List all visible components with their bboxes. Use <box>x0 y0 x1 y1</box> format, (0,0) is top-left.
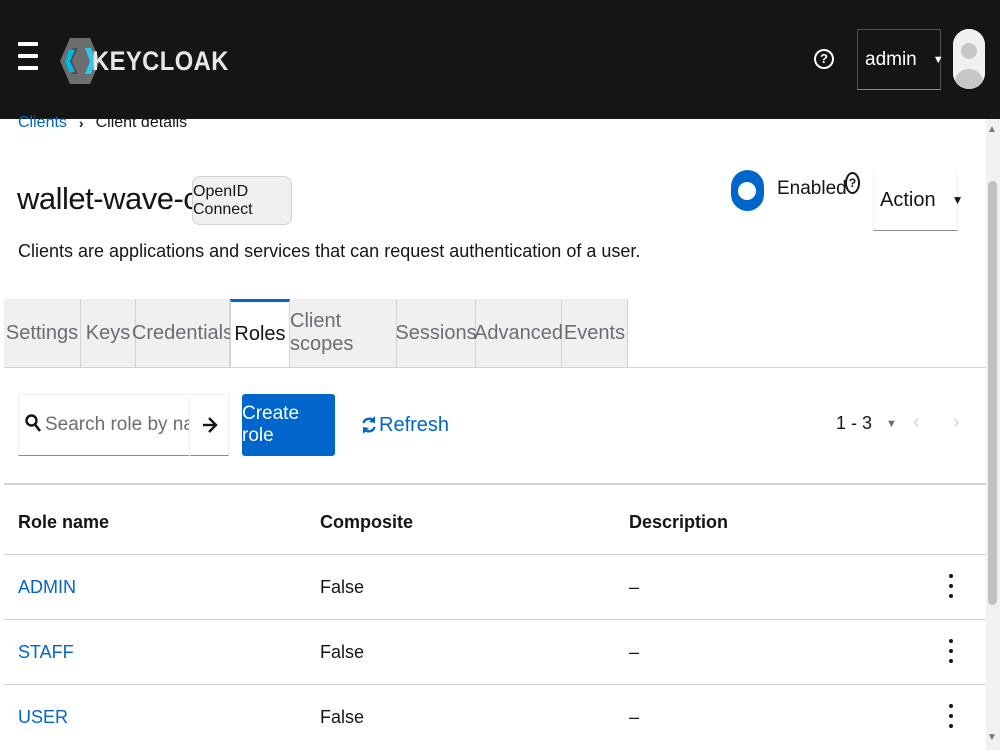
description-value: – <box>629 642 640 662</box>
enabled-help-icon[interactable]: ? <box>845 172 860 194</box>
column-header-role-name[interactable]: Role name <box>18 512 109 533</box>
user-avatar-icon[interactable] <box>953 29 985 89</box>
keycloak-logo[interactable]: KEYCLOAK <box>60 36 248 86</box>
search-icon <box>19 413 45 437</box>
row-divider <box>4 619 986 620</box>
kebab-menu-icon[interactable] <box>946 704 956 732</box>
composite-value: False <box>320 577 365 597</box>
column-header-composite: Composite <box>320 512 414 532</box>
tab-roles[interactable]: Roles <box>230 299 290 367</box>
tab-sessions[interactable]: Sessions <box>395 299 477 367</box>
brand-name: KEYCLOAK <box>92 45 229 76</box>
tab-client-scopes[interactable]: Client scopes <box>290 299 397 367</box>
arrow-right-icon <box>202 417 218 433</box>
scroll-down-arrow-icon[interactable]: ▼ <box>987 732 997 743</box>
scroll-up-arrow-icon[interactable]: ▲ <box>987 124 997 135</box>
caret-down-icon: ▼ <box>951 193 964 207</box>
tab-keys[interactable]: Keys <box>81 299 136 367</box>
tab-settings[interactable]: Settings <box>4 299 81 367</box>
user-dropdown[interactable]: admin ▼ <box>857 29 944 90</box>
role-name-link[interactable]: ADMIN <box>18 577 76 598</box>
hamburger-icon[interactable] <box>18 42 38 76</box>
column-header-description: Description <box>629 512 729 532</box>
search-submit-button[interactable] <box>189 394 229 456</box>
composite-value: False <box>320 707 365 727</box>
toolbar-divider <box>4 483 986 485</box>
pagination-dropdown[interactable]: 1 - 3 ▼ <box>836 413 897 434</box>
kebab-menu-icon[interactable] <box>946 639 956 667</box>
masthead: KEYCLOAK ? admin ▼ <box>0 0 1000 119</box>
row-divider <box>4 684 986 685</box>
page-description: Clients are applications and services th… <box>18 241 641 261</box>
refresh-button[interactable]: Refresh <box>361 409 449 441</box>
caret-down-icon: ▼ <box>886 417 897 430</box>
description-value: – <box>629 577 640 597</box>
action-label: Action <box>880 188 936 211</box>
tabs-divider <box>4 367 986 368</box>
role-name-link[interactable]: USER <box>18 707 68 728</box>
enabled-label: Enabled <box>777 178 847 199</box>
breadcrumb-current: Client details <box>95 114 188 131</box>
user-name: admin <box>865 48 917 70</box>
refresh-icon <box>362 416 376 434</box>
action-dropdown[interactable]: Action ▼ <box>873 170 963 231</box>
kebab-menu-icon[interactable] <box>946 574 956 602</box>
search-role-input[interactable] <box>45 414 190 436</box>
breadcrumb: Clients › Client details <box>18 114 187 132</box>
table-header-divider <box>4 554 986 555</box>
breadcrumb-clients-link[interactable]: Clients <box>18 114 67 132</box>
caret-down-icon: ▼ <box>932 53 944 66</box>
tab-events[interactable]: Events <box>562 299 628 367</box>
previous-page-icon[interactable]: ‹ <box>913 411 920 434</box>
client-tabs: Settings Keys Credentials Roles Client s… <box>4 299 628 367</box>
refresh-label: Refresh <box>379 413 450 436</box>
enabled-toggle[interactable] <box>731 170 764 211</box>
help-icon[interactable]: ? <box>814 49 834 69</box>
toggle-knob <box>738 182 756 200</box>
tab-advanced[interactable]: Advanced <box>474 299 563 367</box>
next-page-icon[interactable]: › <box>953 411 960 434</box>
description-value: – <box>629 707 640 727</box>
pagination-range: 1 - 3 <box>836 413 873 433</box>
composite-value: False <box>320 642 365 662</box>
create-role-button[interactable]: Create role <box>242 394 335 456</box>
protocol-badge: OpenID Connect <box>192 176 292 225</box>
scrollbar-thumb[interactable] <box>988 181 997 605</box>
tab-credentials[interactable]: Credentials <box>132 299 233 367</box>
role-name-link[interactable]: STAFF <box>18 642 74 663</box>
breadcrumb-separator-icon: › <box>78 115 84 131</box>
